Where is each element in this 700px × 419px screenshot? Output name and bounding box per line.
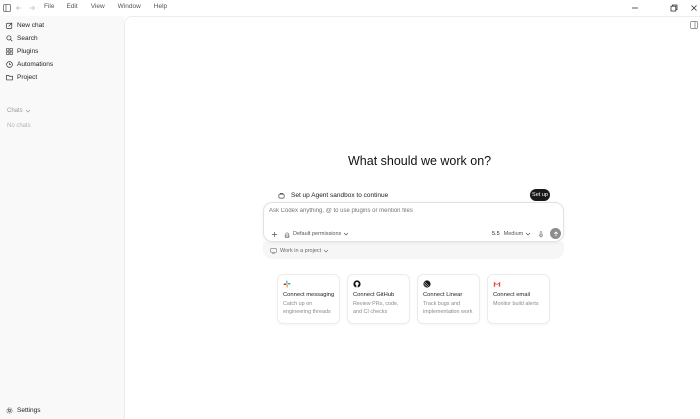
microphone-icon	[538, 230, 544, 238]
menu-window[interactable]: Window	[118, 3, 141, 10]
connect-github-card[interactable]: Connect GitHub Review PRs, code, and CI …	[347, 274, 410, 324]
menu-bar: File Edit View Window Help	[44, 3, 180, 10]
card-title: Connect Linear	[423, 292, 463, 298]
send-button[interactable]	[550, 228, 561, 239]
plus-icon	[271, 231, 277, 237]
card-description: Catch up on engineering threads	[283, 301, 331, 315]
model-version: 5.5	[492, 231, 500, 237]
model-effort: Medium	[503, 231, 524, 237]
clock-icon	[6, 60, 13, 68]
gear-icon	[6, 407, 13, 413]
panel-toggle-icon[interactable]	[689, 20, 699, 30]
card-title: Connect messaging	[283, 292, 335, 298]
permissions-dropdown[interactable]: Default permissions	[284, 229, 349, 239]
title-bar: File Edit View Window Help	[0, 0, 700, 16]
back-arrow-icon[interactable]	[14, 3, 24, 13]
sidebar-item-new-chat[interactable]: New chat	[6, 20, 44, 30]
sidebar: New chat Search Plugins Automations Proj…	[0, 16, 124, 419]
close-icon[interactable]	[688, 2, 700, 14]
setup-notice: Set up Agent sandbox to continue	[278, 189, 550, 201]
arrow-up-icon	[553, 230, 558, 236]
slack-icon	[283, 280, 291, 288]
card-title: Connect email	[493, 292, 531, 298]
sidebar-item-label: Plugins	[17, 47, 39, 55]
sidebar-toggle-icon[interactable]	[2, 3, 12, 13]
menu-help[interactable]: Help	[154, 3, 167, 10]
page-title: What should we work on?	[348, 154, 492, 168]
microphone-button[interactable]	[537, 230, 545, 238]
card-description: Review PRs, code, and CI checks	[353, 301, 399, 315]
sidebar-item-plugins[interactable]: Plugins	[6, 46, 38, 56]
forward-arrow-icon[interactable]	[27, 3, 37, 13]
chevron-down-icon	[323, 249, 329, 252]
sidebar-item-label: New chat	[17, 21, 45, 29]
no-chats-text: No chats	[7, 123, 31, 129]
prompt-input[interactable]	[269, 208, 549, 214]
project-selector-label: Work in a project	[280, 247, 322, 254]
search-icon	[6, 34, 13, 42]
settings-button[interactable]: Settings	[6, 405, 41, 415]
chevron-down-icon	[525, 232, 531, 236]
card-description: Track bugs and implementation work	[423, 301, 473, 315]
menu-view[interactable]: View	[91, 3, 105, 10]
permissions-label: Default permissions	[293, 231, 342, 237]
folder-icon	[6, 74, 13, 80]
project-selector[interactable]: Work in a project	[270, 246, 329, 255]
composer: Default permissions 5.5 Medium	[263, 202, 564, 242]
connect-linear-card[interactable]: Connect Linear Track bugs and implementa…	[417, 274, 480, 324]
sidebar-item-label: Search	[17, 34, 38, 42]
github-icon	[353, 280, 361, 288]
menu-edit[interactable]: Edit	[66, 3, 77, 10]
connect-messaging-card[interactable]: Connect messaging Catch up on engineerin…	[277, 274, 340, 324]
card-title: Connect GitHub	[353, 292, 395, 298]
edit-icon	[6, 22, 13, 29]
sandbox-icon	[278, 192, 285, 198]
chats-label: Chats	[7, 108, 23, 114]
sidebar-item-project[interactable]: Project	[6, 72, 37, 82]
setup-button[interactable]: Set up	[530, 189, 550, 201]
linear-icon	[423, 280, 431, 288]
settings-label: Settings	[17, 406, 41, 414]
add-attachment-button[interactable]	[270, 230, 278, 238]
model-selector[interactable]: 5.5 Medium	[492, 229, 531, 239]
grid-icon	[6, 47, 13, 55]
hand-icon	[284, 231, 290, 238]
chevron-down-icon	[25, 109, 30, 113]
restore-icon[interactable]	[668, 2, 680, 14]
chevron-down-icon	[344, 232, 349, 236]
minimize-icon[interactable]	[629, 2, 641, 14]
gmail-icon	[493, 281, 501, 287]
sidebar-item-label: Automations	[17, 60, 54, 68]
sidebar-item-search[interactable]: Search	[6, 33, 38, 43]
menu-file[interactable]: File	[44, 3, 54, 10]
chats-section-toggle[interactable]: Chats	[7, 108, 31, 114]
sidebar-item-automations[interactable]: Automations	[6, 59, 53, 69]
card-description: Monitor build alerts	[493, 301, 539, 307]
setup-notice-text: Set up Agent sandbox to continue	[291, 191, 389, 199]
monitor-icon	[270, 247, 277, 254]
connect-email-card[interactable]: Connect email Monitor build alerts	[487, 274, 550, 324]
sidebar-item-label: Project	[17, 73, 38, 81]
